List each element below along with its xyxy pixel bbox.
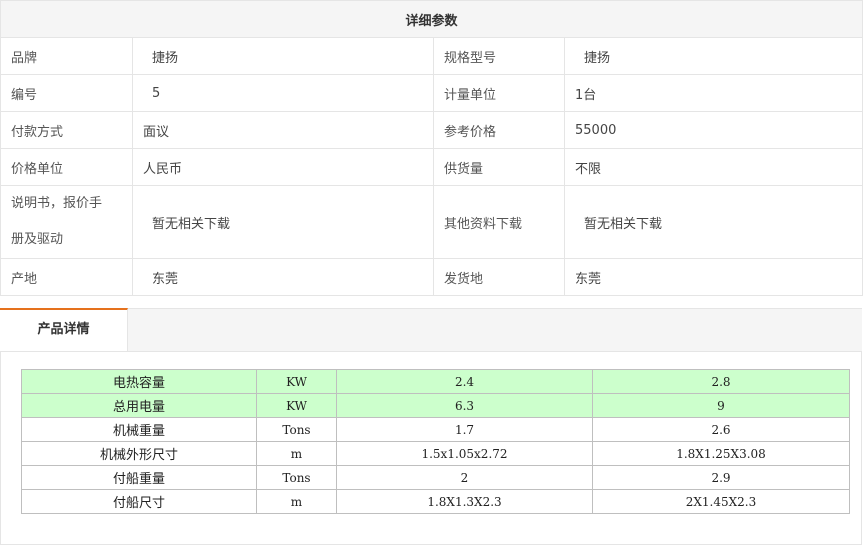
spec-unit: m — [256, 489, 337, 514]
param-key: 品牌 — [0, 37, 133, 75]
spec-value-a: 2 — [336, 465, 593, 490]
spec-value-a: 1.8X1.3X2.3 — [336, 489, 593, 514]
param-key: 说明书，报价手 册及驱动 — [0, 185, 133, 259]
params-title: 详细参数 — [0, 0, 863, 38]
param-value: 人民币 — [132, 148, 434, 186]
spec-value-a: 6.3 — [336, 393, 593, 418]
param-value: 东莞 — [132, 258, 434, 296]
spec-name: 机械外形尺寸 — [21, 441, 257, 466]
product-details-panel: 电热容量 KW 2.4 2.8 总用电量 KW 6.3 9 机械重量 Tons 1.7 2.6 机械外形… — [0, 351, 862, 545]
param-key: 供货量 — [433, 148, 565, 186]
params-row: 产地 东莞 发货地 东莞 — [0, 258, 863, 296]
param-value: 1台 — [563, 74, 863, 112]
detail-params-table: 详细参数 品牌 捷扬 规格型号 捷扬 编号 5 计量单位 1台 付款方式 面议 … — [0, 0, 863, 296]
spec-unit: KW — [256, 393, 337, 418]
spec-unit: Tons — [256, 465, 337, 490]
spec-unit: m — [256, 441, 337, 466]
spec-row: 总用电量 KW 6.3 9 — [21, 393, 850, 418]
param-key: 参考价格 — [433, 111, 565, 149]
param-value: 5 — [132, 74, 434, 112]
spec-value-a: 2.4 — [336, 369, 593, 394]
spec-unit: Tons — [256, 417, 337, 442]
param-key: 发货地 — [433, 258, 565, 296]
param-key: 规格型号 — [433, 37, 565, 75]
spec-row: 机械外形尺寸 m 1.5x1.05x2.72 1.8X1.25X3.08 — [21, 441, 850, 466]
params-row: 说明书，报价手 册及驱动 暂无相关下载 其他资料下载 暂无相关下载 — [0, 185, 863, 259]
param-key: 编号 — [0, 74, 133, 112]
params-row: 编号 5 计量单位 1台 — [0, 74, 863, 112]
param-key: 付款方式 — [0, 111, 133, 149]
spec-name: 机械重量 — [21, 417, 257, 442]
download-link[interactable]: 暂无相关下载 — [563, 185, 863, 259]
param-key: 其他资料下载 — [433, 185, 565, 259]
spec-value-b: 2X1.45X2.3 — [592, 489, 850, 514]
spec-value-b: 2.9 — [592, 465, 850, 490]
param-key-line: 册及驱动 — [11, 232, 64, 247]
spec-value-b: 2.8 — [592, 369, 850, 394]
param-value: 东莞 — [563, 258, 863, 296]
spec-row: 付船重量 Tons 2 2.9 — [21, 465, 850, 490]
params-row: 品牌 捷扬 规格型号 捷扬 — [0, 37, 863, 75]
spec-value-b: 1.8X1.25X3.08 — [592, 441, 850, 466]
spec-value-a: 1.5x1.05x2.72 — [336, 441, 593, 466]
spec-row: 付船尺寸 m 1.8X1.3X2.3 2X1.45X2.3 — [21, 489, 850, 514]
tab-product-details[interactable]: 产品详情 — [0, 308, 128, 351]
spec-name: 付船尺寸 — [21, 489, 257, 514]
param-key: 产地 — [0, 258, 133, 296]
spec-row: 电热容量 KW 2.4 2.8 — [21, 369, 850, 394]
param-key-line: 说明书，报价手 — [11, 196, 103, 211]
spec-unit: KW — [256, 369, 337, 394]
spec-value-b: 9 — [592, 393, 850, 418]
param-value: 捷扬 — [132, 37, 434, 75]
param-key: 价格单位 — [0, 148, 133, 186]
tab-bar: 产品详情 — [0, 308, 862, 352]
spec-value-a: 1.7 — [336, 417, 593, 442]
param-value: 面议 — [132, 111, 434, 149]
params-row: 付款方式 面议 参考价格 55000 — [0, 111, 863, 149]
param-value: 捷扬 — [563, 37, 863, 75]
param-value: 不限 — [563, 148, 863, 186]
spec-row: 机械重量 Tons 1.7 2.6 — [21, 417, 850, 442]
download-link[interactable]: 暂无相关下载 — [132, 185, 434, 259]
spec-table: 电热容量 KW 2.4 2.8 总用电量 KW 6.3 9 机械重量 Tons 1.7 2.6 机械外形… — [21, 369, 850, 514]
spec-name: 电热容量 — [21, 369, 257, 394]
spec-value-b: 2.6 — [592, 417, 850, 442]
params-row: 价格单位 人民币 供货量 不限 — [0, 148, 863, 186]
param-value: 55000 — [563, 111, 863, 149]
spec-name: 付船重量 — [21, 465, 257, 490]
spec-name: 总用电量 — [21, 393, 257, 418]
param-key: 计量单位 — [433, 74, 565, 112]
